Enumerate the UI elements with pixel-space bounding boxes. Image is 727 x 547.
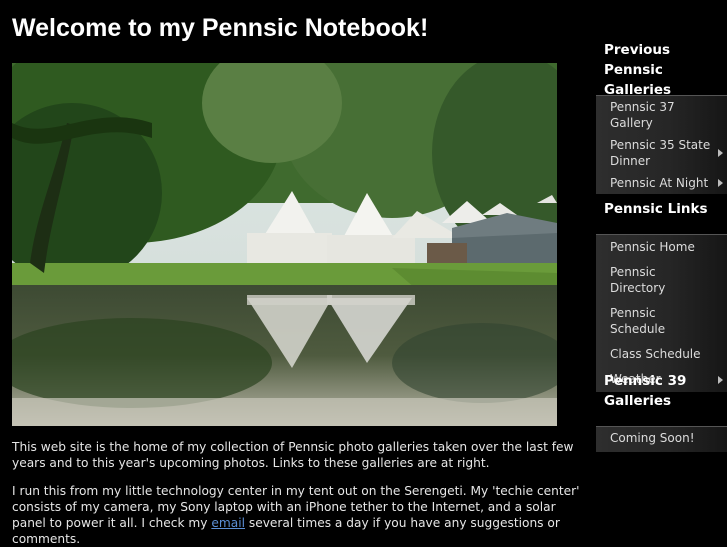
tech-paragraph: I run this from my little technology cen…: [12, 483, 587, 547]
menu-item-label: Pennsic 35 State Dinner: [610, 138, 711, 168]
menu-item-coming-soon[interactable]: Coming Soon!: [596, 427, 727, 452]
menu-item-label: Pennsic 37 Gallery: [610, 100, 675, 130]
menu-item-pennsic-at-night[interactable]: Pennsic At Night: [596, 172, 727, 194]
main-content: Welcome to my Pennsic Notebook! This web…: [0, 0, 590, 547]
menu-item-label: Pennsic Directory: [610, 265, 666, 295]
pennsic-photo: [12, 63, 557, 426]
sidebar: Previous Pennsic Galleries Pennsic 37 Ga…: [596, 0, 727, 545]
menu-item-pennsic-schedule[interactable]: Pennsic Schedule: [596, 301, 727, 342]
email-link[interactable]: email: [211, 516, 245, 530]
pennsic-39-galleries-menu: Coming Soon!: [596, 426, 727, 452]
submenu-arrow-icon: [718, 149, 723, 157]
menu-item-label: Pennsic At Night: [610, 176, 709, 190]
previous-galleries-heading: Previous Pennsic Galleries: [604, 42, 672, 98]
intro-paragraph: This web site is the home of my collecti…: [12, 440, 574, 470]
menu-item-pennsic-35-state-dinner[interactable]: Pennsic 35 State Dinner: [596, 134, 727, 172]
menu-item-label: Pennsic Home: [610, 240, 695, 254]
submenu-arrow-icon: [718, 179, 723, 187]
pennsic-links-menu: Pennsic Home Pennsic Directory Pennsic S…: [596, 234, 727, 392]
menu-item-pennsic-directory[interactable]: Pennsic Directory: [596, 260, 727, 301]
pennsic-39-galleries-heading: Pennsic 39 Galleries: [604, 373, 687, 409]
menu-item-label: Pennsic Schedule: [610, 306, 666, 336]
menu-item-pennsic-home[interactable]: Pennsic Home: [596, 235, 727, 260]
previous-galleries-menu: Pennsic 37 Gallery Pennsic 35 State Dinn…: [596, 95, 727, 194]
pennsic-links-heading: Pennsic Links: [604, 201, 708, 217]
menu-item-pennsic-37-gallery[interactable]: Pennsic 37 Gallery: [596, 96, 727, 134]
page-title: Welcome to my Pennsic Notebook!: [12, 14, 429, 42]
menu-item-label: Class Schedule: [610, 347, 701, 361]
menu-item-class-schedule[interactable]: Class Schedule: [596, 342, 727, 367]
menu-item-label: Coming Soon!: [610, 431, 695, 445]
